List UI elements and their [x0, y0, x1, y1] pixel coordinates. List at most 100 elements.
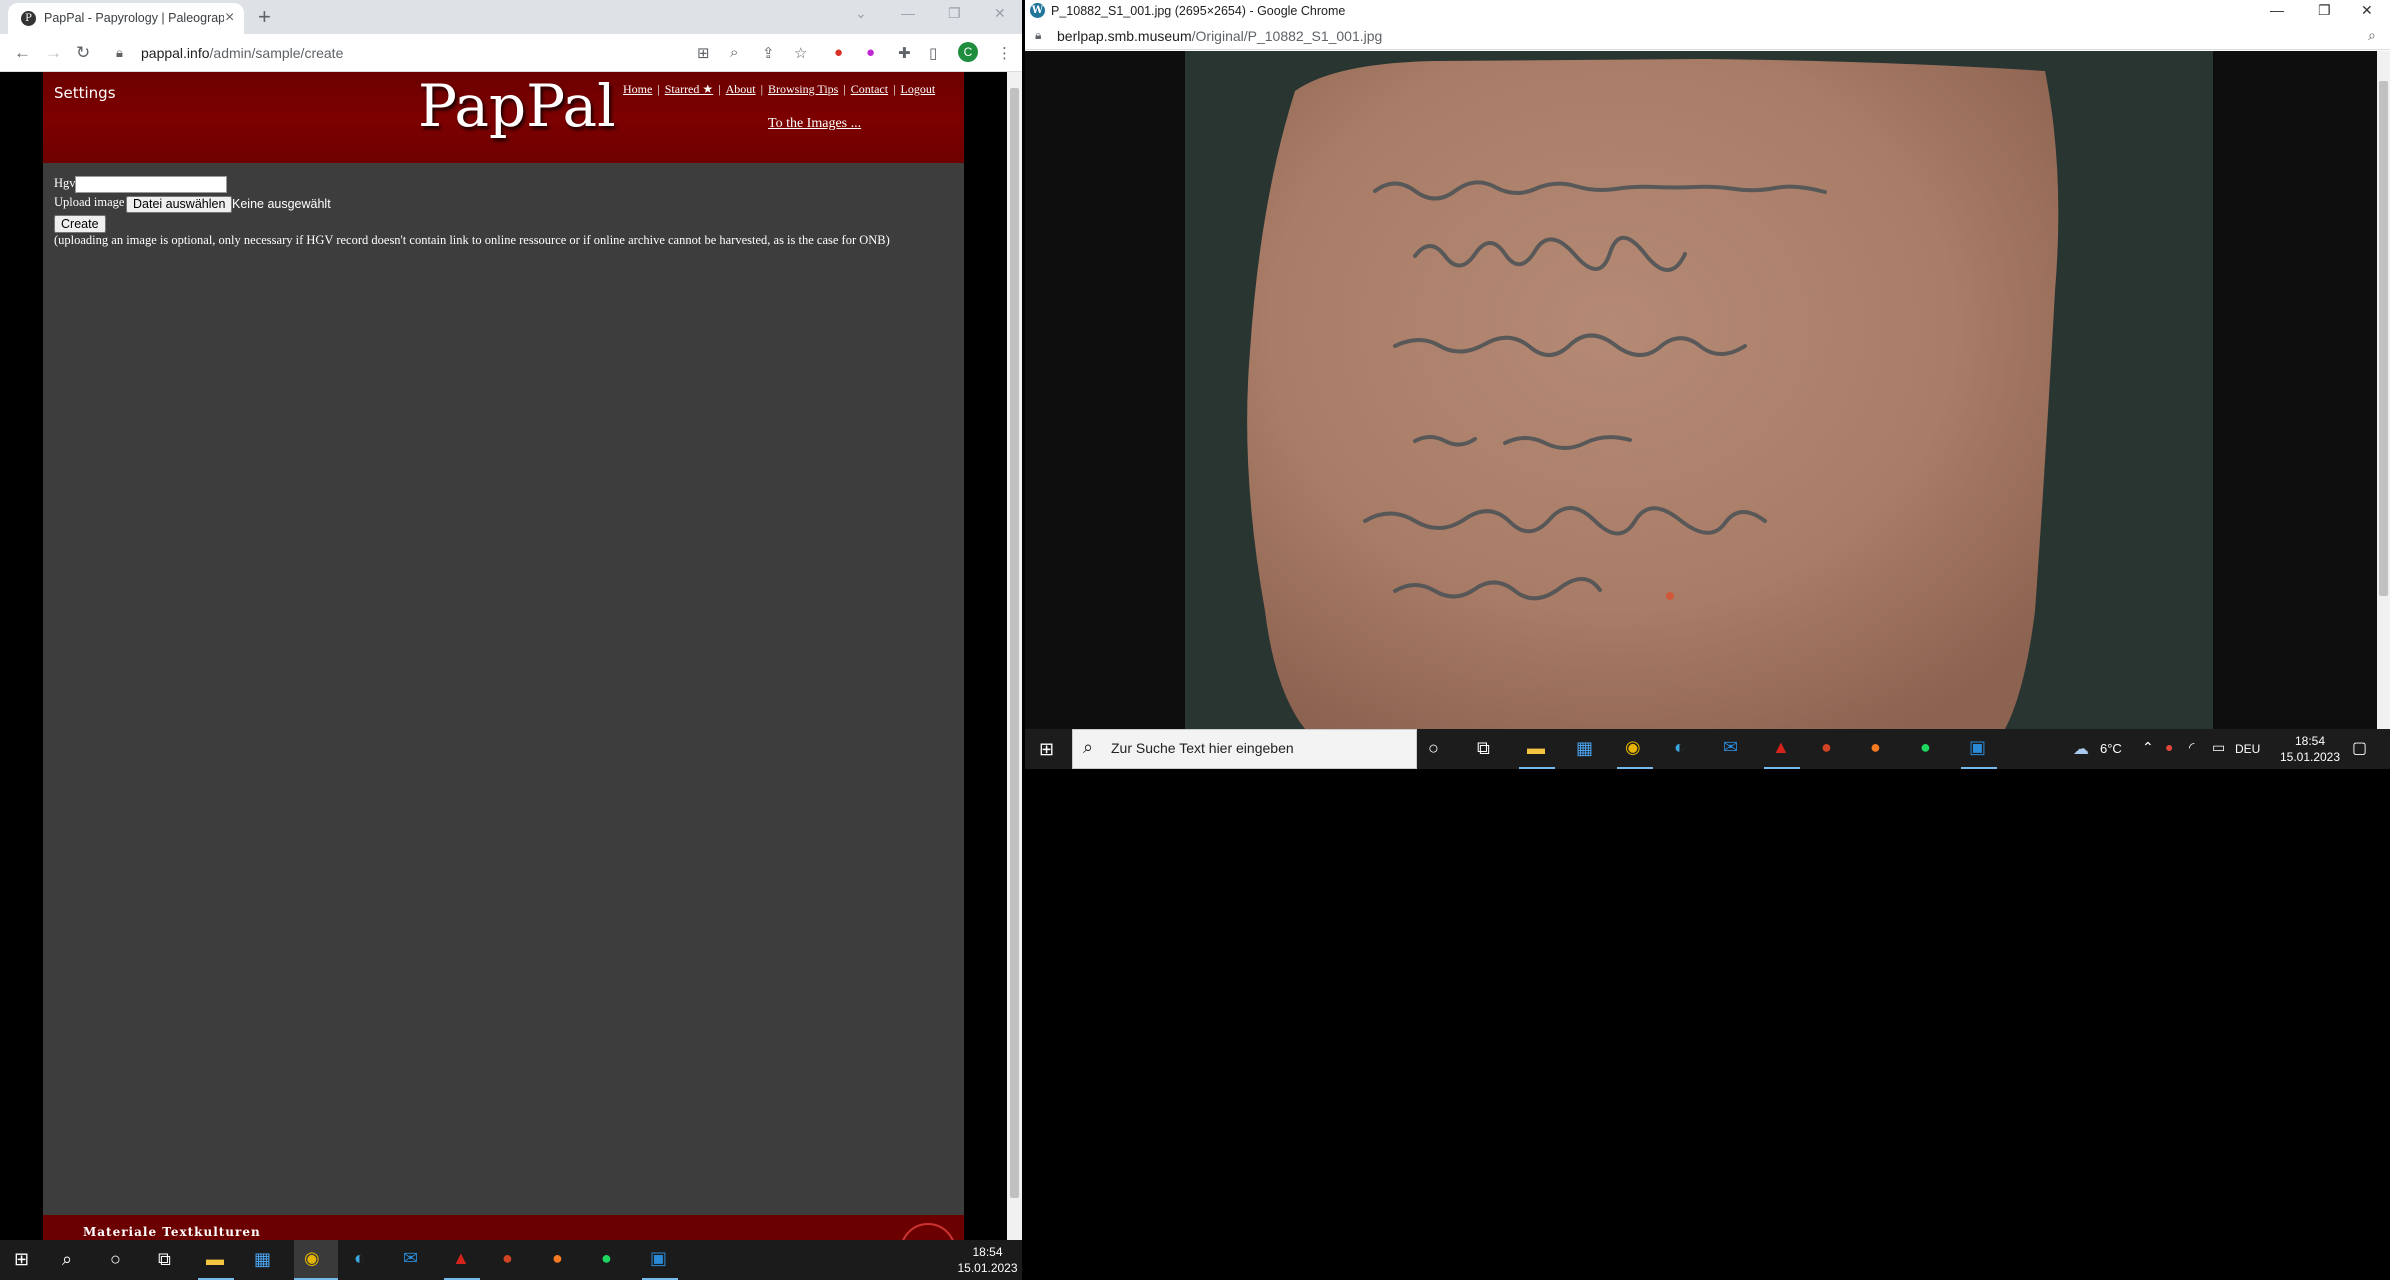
- minimize-icon[interactable]: —: [2270, 2, 2284, 18]
- spotify-icon[interactable]: ●: [601, 1248, 612, 1269]
- notifications-icon[interactable]: ▢: [2352, 738, 2367, 758]
- restore-icon[interactable]: ❐: [948, 5, 961, 22]
- profile-avatar[interactable]: C: [958, 42, 978, 62]
- page-header: Settings PapPal Home | Starred ★ | About | Bro…: [43, 72, 964, 163]
- mail-icon[interactable]: ✉: [403, 1248, 418, 1269]
- task-view-icon[interactable]: ⧉: [1477, 738, 1490, 759]
- reload-icon[interactable]: ↻: [76, 43, 90, 63]
- tray-app-icon[interactable]: ●: [2165, 739, 2173, 755]
- minimize-icon[interactable]: —: [901, 5, 915, 21]
- close-window-icon[interactable]: ✕: [2361, 2, 2373, 19]
- powerpoint-icon[interactable]: ●: [502, 1248, 513, 1269]
- battery-icon[interactable]: ▭: [2212, 739, 2225, 756]
- spotify-icon[interactable]: ●: [1920, 737, 1931, 758]
- wordpress-favicon-icon: W: [1030, 3, 1045, 18]
- ostracon-image[interactable]: [1185, 51, 2213, 729]
- image-scrollbar[interactable]: [2377, 51, 2390, 729]
- address-bar[interactable]: pappal.info/admin/sample/create: [141, 45, 343, 61]
- edge-icon[interactable]: ◐: [1674, 737, 1685, 758]
- task-view-icon[interactable]: ⧉: [158, 1249, 171, 1270]
- lock-icon: 🔒︎: [1035, 28, 1042, 42]
- cortana-icon[interactable]: ○: [110, 1249, 121, 1270]
- mail-icon[interactable]: ✉: [1723, 737, 1738, 758]
- tab-strip: P PapPal - Papyrology | Paleography × + …: [0, 0, 1022, 34]
- page-content: Settings PapPal Home | Starred ★ | About | Bro…: [43, 72, 964, 1240]
- store-icon[interactable]: ▦: [254, 1249, 271, 1270]
- firefox-icon[interactable]: ●: [1870, 737, 1881, 758]
- store-icon[interactable]: ▦: [1576, 738, 1593, 759]
- weather-cloud-icon[interactable]: ☁: [2073, 739, 2089, 759]
- choose-file-button[interactable]: Datei auswählen: [126, 196, 233, 213]
- windows-start-icon[interactable]: ⊞: [1039, 739, 1054, 760]
- powerpoint-icon[interactable]: ●: [1821, 737, 1832, 758]
- restore-icon[interactable]: ❐: [2318, 2, 2331, 19]
- webpage-viewport: Settings PapPal Home | Starred ★ | About | Bro…: [0, 72, 1007, 1240]
- top-navigation: Home | Starred ★ | About | Browsing Tips | Conta…: [623, 82, 936, 96]
- clock-date: 15.01.2023: [957, 1261, 1018, 1275]
- footer-title: Materiale Textkulturen: [83, 1225, 261, 1239]
- pappal-logo: PapPal: [418, 72, 616, 140]
- cortana-icon[interactable]: ○: [1428, 738, 1439, 759]
- zoom-icon[interactable]: ⌕: [730, 44, 738, 61]
- translate-icon[interactable]: ⊞: [697, 44, 710, 62]
- tab-pappal[interactable]: P PapPal - Papyrology | Paleography ×: [8, 3, 244, 34]
- language-indicator[interactable]: DEU: [2235, 741, 2260, 757]
- edge-icon[interactable]: ◐: [354, 1248, 365, 1269]
- tab-close-icon[interactable]: ×: [225, 9, 234, 27]
- search-icon[interactable]: ⌕: [62, 1249, 72, 1270]
- no-file-selected-text: Keine ausgewählt: [232, 197, 331, 211]
- page-footer: Materiale Textkulturen: [43, 1215, 964, 1240]
- close-window-icon[interactable]: ✕: [994, 5, 1006, 22]
- chrome-icon[interactable]: ◉: [1625, 737, 1641, 758]
- nav-starred[interactable]: Starred ★: [665, 82, 713, 96]
- clock-time: 18:54: [972, 1245, 1003, 1259]
- taskbar-search-box[interactable]: ⌕ Zur Suche Text hier eingeben: [1072, 729, 1417, 769]
- hgv-input[interactable]: [75, 176, 227, 193]
- menu-dots-icon[interactable]: ⋮: [997, 44, 1012, 62]
- nav-about[interactable]: About: [726, 82, 756, 96]
- windows-start-icon[interactable]: ⊞: [14, 1249, 29, 1270]
- image-viewer[interactable]: [1025, 51, 2377, 729]
- acrobat-icon[interactable]: ▲: [452, 1248, 470, 1269]
- network-icon[interactable]: ◜: [2189, 739, 2194, 756]
- lock-icon[interactable]: 🔒︎: [116, 45, 123, 61]
- nav-logout[interactable]: Logout: [900, 82, 935, 96]
- forward-icon[interactable]: →: [45, 43, 62, 63]
- create-button[interactable]: Create: [54, 215, 106, 233]
- address-bar[interactable]: 🔒︎ berlpap.smb.museum/Original/P_10882_S…: [1025, 22, 2390, 50]
- page-scrollbar[interactable]: [1007, 72, 1022, 1240]
- nav-home[interactable]: Home: [623, 82, 652, 96]
- clock[interactable]: 18:54 15.01.2023: [955, 1244, 1020, 1276]
- search-placeholder: Zur Suche Text hier eingeben: [1111, 740, 1294, 756]
- chrome-active-icon[interactable]: ◉: [304, 1248, 320, 1269]
- new-tab-icon[interactable]: +: [258, 4, 271, 30]
- file-explorer-icon[interactable]: ▬: [206, 1249, 224, 1270]
- extension-red-icon[interactable]: ●: [834, 44, 843, 61]
- scrollbar-thumb[interactable]: [1010, 88, 1019, 1198]
- tray-chevron-icon[interactable]: ⌃: [2142, 739, 2154, 756]
- clock[interactable]: 18:54 15.01.2023: [2275, 733, 2345, 765]
- photos-icon[interactable]: ▣: [650, 1248, 667, 1269]
- share-icon[interactable]: ⇪: [762, 44, 775, 62]
- extensions-puzzle-icon[interactable]: ✚: [898, 44, 911, 62]
- tab-search-icon[interactable]: ⌄: [855, 5, 867, 22]
- scrollbar-thumb[interactable]: [2379, 81, 2388, 596]
- file-explorer-icon[interactable]: ▬: [1527, 738, 1545, 759]
- nav-contact[interactable]: Contact: [851, 82, 888, 96]
- zoom-icon[interactable]: ⌕: [2368, 27, 2376, 44]
- upload-note: (uploading an image is optional, only ne…: [54, 233, 890, 247]
- settings-link[interactable]: Settings: [54, 84, 116, 102]
- to-the-images-link[interactable]: To the Images ...: [768, 116, 861, 132]
- bookmark-star-icon[interactable]: ☆: [794, 44, 807, 62]
- back-icon[interactable]: ←: [14, 43, 31, 63]
- weather-temp[interactable]: 6°C: [2100, 741, 2122, 757]
- window-titlebar: W P_10882_S1_001.jpg (2695×2654) - Googl…: [1025, 0, 2390, 22]
- photos-icon[interactable]: ▣: [1969, 737, 1986, 758]
- window-title: P_10882_S1_001.jpg (2695×2654) - Google …: [1051, 4, 1346, 18]
- acrobat-icon[interactable]: ▲: [1772, 737, 1790, 758]
- side-panel-icon[interactable]: ▯: [929, 44, 937, 62]
- nav-browsing-tips[interactable]: Browsing Tips: [768, 82, 838, 96]
- pappal-favicon-icon: P: [21, 11, 36, 26]
- firefox-icon[interactable]: ●: [552, 1248, 563, 1269]
- extension-purple-icon[interactable]: ●: [866, 44, 875, 61]
